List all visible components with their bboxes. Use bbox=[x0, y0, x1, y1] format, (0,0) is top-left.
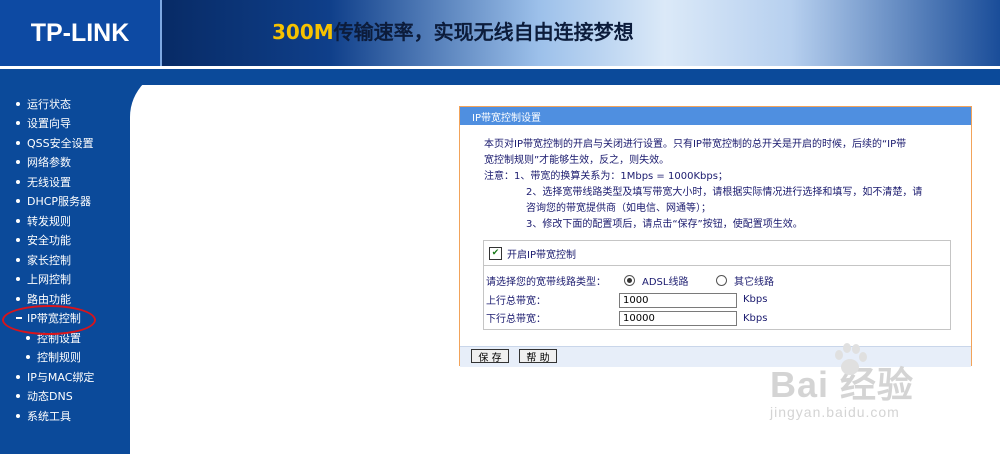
paw-icon bbox=[835, 343, 867, 375]
download-unit: Kbps bbox=[743, 313, 768, 324]
bandwidth-form: 请选择您的宽带线路类型： ADSL线路 其它线路 上行总带宽： Kbps 下行总… bbox=[483, 266, 951, 330]
radio-other-label: 其它线路 bbox=[734, 276, 774, 288]
banner-slogan-text: 传输速率，实现无线自由连接梦想 bbox=[333, 20, 634, 44]
sidebar-item-security[interactable]: 安全功能 bbox=[16, 231, 94, 251]
sidebar-item-status[interactable]: 运行状态 bbox=[16, 94, 94, 114]
sidebar-item-forwarding[interactable]: 转发规则 bbox=[16, 211, 94, 231]
sidebar-item-label: 安全功能 bbox=[27, 234, 71, 248]
upload-unit: Kbps bbox=[743, 294, 768, 305]
radio-adsl-group[interactable]: ADSL线路 bbox=[624, 273, 688, 288]
help-button[interactable]: 帮 助 bbox=[519, 349, 557, 364]
radio-adsl[interactable] bbox=[624, 274, 635, 286]
panel-description: 本页对IP带宽控制的开启与关闭进行设置。只有IP带宽控制的总开关是开启的时候，后… bbox=[484, 137, 954, 233]
radio-adsl-label: ADSL线路 bbox=[642, 276, 689, 288]
download-bandwidth-input[interactable] bbox=[619, 311, 737, 326]
sidebar-item-label: 设置向导 bbox=[27, 117, 71, 131]
note-label: 注意： bbox=[484, 171, 514, 182]
upload-label: 上行总带宽： bbox=[486, 295, 546, 307]
sidebar-item-label: IP与MAC绑定 bbox=[27, 370, 95, 384]
sidebar-item-label: 转发规则 bbox=[27, 214, 71, 228]
sidebar-item-dhcp[interactable]: DHCP服务器 bbox=[16, 192, 94, 212]
bullet-icon bbox=[16, 101, 20, 106]
sidebar-item-label: QSS安全设置 bbox=[27, 136, 94, 150]
bullet-icon bbox=[16, 394, 20, 399]
bullet-icon bbox=[16, 296, 20, 301]
line-type-row: 请选择您的宽带线路类型： ADSL线路 其它线路 bbox=[484, 271, 950, 289]
sidebar-item-parental[interactable]: 家长控制 bbox=[16, 250, 94, 270]
sidebar: 运行状态 设置向导 QSS安全设置 网络参数 无线设置 DHCP服务器 转发规则… bbox=[0, 69, 130, 454]
sidebar-item-label: DHCP服务器 bbox=[27, 195, 92, 209]
watermark-url: jingyan.baidu.com bbox=[770, 404, 900, 420]
bandwidth-settings-panel: IP带宽控制设置 本页对IP带宽控制的开启与关闭进行设置。只有IP带宽控制的总开… bbox=[459, 106, 972, 367]
note-2a: 2、选择宽带线路类型及填写带宽大小时，请根据实际情况进行选择和填写，如不清楚，请 bbox=[526, 187, 923, 198]
bullet-icon bbox=[16, 238, 20, 243]
sidebar-subitem-control-rules[interactable]: 控制规则 bbox=[16, 348, 94, 368]
content-top-band bbox=[130, 69, 1000, 85]
banner-slogan: 300M传输速率，实现无线自由连接梦想 bbox=[272, 16, 634, 45]
highlight-circle bbox=[2, 305, 96, 335]
bullet-icon bbox=[26, 355, 30, 360]
header: TP-LINK 300M传输速率，实现无线自由连接梦想 bbox=[0, 0, 1000, 68]
bullet-icon bbox=[16, 179, 20, 184]
sidebar-item-network[interactable]: 网络参数 bbox=[16, 153, 94, 173]
bullet-icon bbox=[16, 121, 20, 126]
logo-text: TP-LINK bbox=[30, 18, 130, 47]
sidebar-item-label: 系统工具 bbox=[27, 409, 71, 423]
bullet-icon bbox=[16, 257, 20, 262]
sidebar-item-label: 网络参数 bbox=[27, 156, 71, 170]
note-row: 注意： 1、带宽的换算关系为：1Mbps = 1000Kbps； bbox=[484, 169, 954, 185]
logo: TP-LINK bbox=[0, 0, 162, 66]
sidebar-item-wizard[interactable]: 设置向导 bbox=[16, 114, 94, 134]
sidebar-item-label: 上网控制 bbox=[27, 273, 71, 287]
sidebar-item-qss[interactable]: QSS安全设置 bbox=[16, 133, 94, 153]
bullet-icon bbox=[16, 160, 20, 165]
download-label: 下行总带宽： bbox=[486, 313, 546, 325]
sidebar-item-label: 运行状态 bbox=[27, 97, 71, 111]
note-3: 3、修改下面的配置项后，请点击“保存”按钮，使配置项生效。 bbox=[526, 219, 803, 230]
enable-row: ✔ 开启IP带宽控制 bbox=[483, 240, 951, 266]
note-2b: 咨询您的带宽提供商（如电信、网通等）； bbox=[526, 203, 711, 214]
note-1: 1、带宽的换算关系为：1Mbps = 1000Kbps； bbox=[514, 171, 728, 182]
radio-dot bbox=[627, 277, 632, 283]
check-icon: ✔ bbox=[491, 248, 500, 258]
sidebar-item-wireless[interactable]: 无线设置 bbox=[16, 172, 94, 192]
sidebar-item-access-control[interactable]: 上网控制 bbox=[16, 270, 94, 290]
sidebar-item-system-tools[interactable]: 系统工具 bbox=[16, 406, 94, 426]
line-type-label: 请选择您的宽带线路类型： bbox=[486, 276, 606, 288]
enable-label: 开启IP带宽控制 bbox=[507, 249, 576, 261]
sidebar-item-label: 控制规则 bbox=[37, 351, 81, 365]
bullet-icon bbox=[16, 199, 20, 204]
sidebar-item-ip-mac-binding[interactable]: IP与MAC绑定 bbox=[16, 367, 94, 387]
sidebar-menu: 运行状态 设置向导 QSS安全设置 网络参数 无线设置 DHCP服务器 转发规则… bbox=[16, 94, 94, 426]
bullet-icon bbox=[16, 218, 20, 223]
save-button[interactable]: 保 存 bbox=[471, 349, 509, 364]
sidebar-item-label: 家长控制 bbox=[27, 253, 71, 267]
bullet-icon bbox=[16, 277, 20, 282]
sidebar-item-label: 动态DNS bbox=[27, 390, 73, 404]
banner-slogan-number: 300M bbox=[272, 20, 334, 44]
intro-line-1: 本页对IP带宽控制的开启与关闭进行设置。只有IP带宽控制的总开关是开启的时候，后… bbox=[484, 139, 907, 150]
sidebar-item-ddns[interactable]: 动态DNS bbox=[16, 387, 94, 407]
panel-title: IP带宽控制设置 bbox=[460, 107, 971, 125]
bullet-icon bbox=[26, 335, 30, 340]
intro-line-2: 宽控制规则”才能够生效，反之，则失效。 bbox=[484, 155, 670, 166]
banner: 300M传输速率，实现无线自由连接梦想 bbox=[162, 0, 1000, 66]
bullet-icon bbox=[16, 140, 20, 145]
radio-other-group[interactable]: 其它线路 bbox=[716, 273, 774, 288]
sidebar-item-label: 无线设置 bbox=[27, 175, 71, 189]
bullet-icon bbox=[16, 413, 20, 418]
upload-bandwidth-input[interactable] bbox=[619, 293, 737, 308]
radio-other[interactable] bbox=[716, 274, 727, 286]
enable-checkbox[interactable]: ✔ bbox=[489, 246, 502, 260]
bullet-icon bbox=[16, 374, 20, 379]
